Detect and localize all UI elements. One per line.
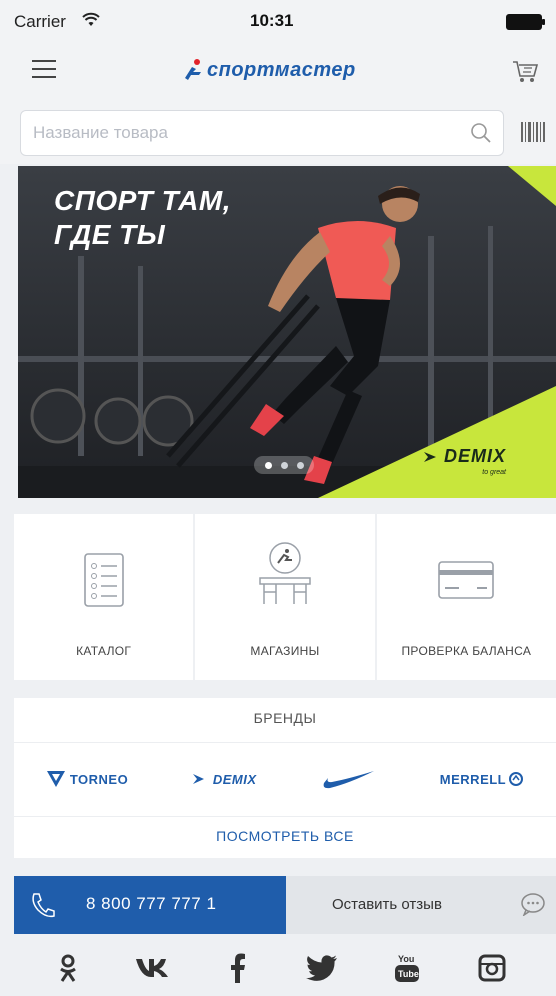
phone-number: 8 800 777 777 1 (86, 894, 217, 913)
quick-link-stores[interactable]: МАГАЗИНЫ (195, 514, 375, 680)
quick-links: КАТАЛОГ МАГАЗИНЫ ПРОВЕРКА БАЛАНСА (14, 514, 556, 680)
banner-brand-name: DEMIX (444, 446, 507, 466)
brands-section: БРЕНДЫ TORNEO DEMIX MERRELL ПОСМОТРЕТЬ В… (14, 698, 556, 858)
quick-link-balance[interactable]: ПРОВЕРКА БАЛАНСА (376, 514, 556, 680)
clock: 10:31 (250, 11, 294, 30)
stores-icon (259, 542, 311, 604)
banner-brand-sub: to great (482, 469, 507, 476)
divider (14, 742, 556, 743)
quick-link-catalog-label: КАТАЛОГ (76, 644, 132, 658)
quick-link-catalog[interactable]: КАТАЛОГ (14, 514, 194, 680)
search-row (0, 100, 556, 164)
logo-text: спортмастер (207, 58, 356, 81)
phone-icon (32, 893, 55, 918)
banner-dot-2[interactable] (280, 461, 288, 469)
catalog-icon (83, 553, 124, 607)
odnoklassniki-icon[interactable] (50, 950, 86, 986)
logo-mark-icon (185, 59, 201, 80)
wifi-icon (82, 12, 100, 26)
banner-headline-line2: ГДЕ ТЫ (54, 219, 166, 250)
brand-merrell-label: MERRELL (439, 771, 507, 787)
instagram-icon[interactable] (474, 950, 510, 986)
merrell-logo-icon (509, 772, 524, 786)
cart-icon[interactable] (510, 54, 540, 86)
battery-icon (506, 14, 545, 30)
brand-nike[interactable] (320, 767, 376, 791)
divider (14, 816, 556, 817)
banner-dot-1[interactable] (264, 461, 272, 469)
search-box (20, 110, 504, 156)
nike-swoosh-icon (323, 771, 375, 789)
social-links: You Tube (0, 940, 556, 996)
brand-merrell[interactable]: MERRELL (440, 771, 524, 787)
banner-dot-3[interactable] (296, 461, 304, 469)
brand-torneo-label: TORNEO (69, 771, 129, 787)
facebook-icon[interactable] (220, 950, 256, 986)
svg-text:Tube: Tube (398, 969, 419, 979)
vk-icon[interactable] (135, 950, 171, 986)
menu-icon[interactable] (30, 56, 60, 82)
logo[interactable]: спортмастер (183, 54, 393, 86)
youtube-icon[interactable]: You Tube (389, 950, 425, 986)
brand-torneo[interactable]: TORNEO (46, 770, 128, 788)
search-input[interactable] (33, 111, 453, 155)
brands-row: TORNEO DEMIX MERRELL (14, 756, 556, 802)
svg-text:You: You (398, 954, 414, 964)
status-bar: Carrier 10:31 (0, 0, 556, 42)
carrier-label: Carrier (14, 12, 66, 31)
nav-bar: спортмастер (0, 42, 556, 100)
banner-pagination[interactable] (254, 456, 314, 474)
promo-banner[interactable]: СПОРТ ТАМ, ГДЕ ТЫ DEMIX to great (18, 166, 556, 498)
brand-demix[interactable]: DEMIX (192, 772, 257, 787)
feedback-label: Оставить отзыв (332, 896, 442, 913)
see-all-brands-link[interactable]: ПОСМОТРЕТЬ ВСЕ (14, 828, 556, 844)
call-button[interactable]: 8 800 777 777 1 (14, 876, 286, 934)
banner-headline-line1: СПОРТ ТАМ, (54, 185, 231, 216)
brands-title: БРЕНДЫ (253, 710, 317, 726)
demix-logo-icon (192, 774, 204, 784)
torneo-logo-icon (46, 771, 65, 787)
quick-link-balance-label: ПРОВЕРКА БАЛАНСА (401, 644, 532, 658)
demix-mark-icon (424, 451, 436, 462)
contact-bar: 8 800 777 777 1 Оставить отзыв (14, 876, 556, 934)
chat-icon (521, 893, 545, 916)
feedback-button[interactable]: Оставить отзыв (286, 876, 556, 934)
barcode-icon[interactable] (520, 120, 546, 144)
quick-link-stores-label: МАГАЗИНЫ (250, 644, 320, 658)
search-icon[interactable] (469, 121, 493, 145)
brand-demix-label: DEMIX (212, 771, 257, 787)
banner-brand-logo: DEMIX to great (422, 446, 506, 476)
banner-headline: СПОРТ ТАМ, ГДЕ ТЫ (54, 184, 231, 252)
card-icon (438, 561, 495, 599)
twitter-icon[interactable] (304, 950, 340, 986)
